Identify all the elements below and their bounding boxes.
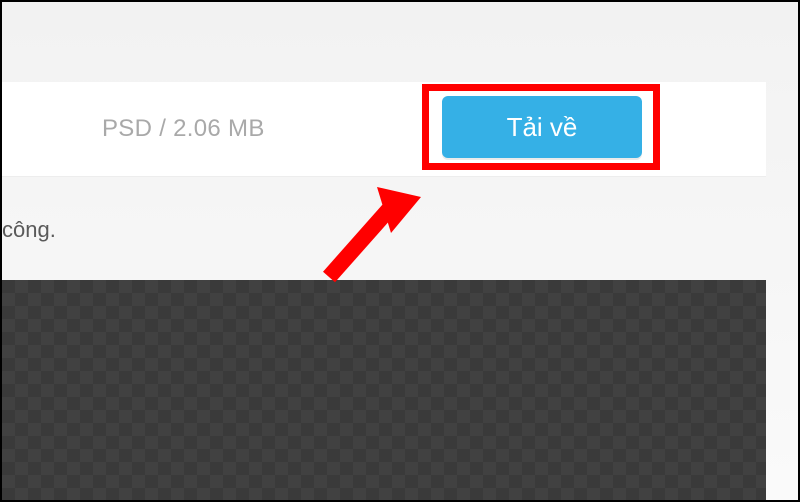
file-info-label: PSD / 2.06 MB [102,115,265,143]
download-bar: PSD / 2.06 MB [2,82,766,176]
status-text: công. [2,217,56,243]
download-button[interactable]: Tải về [442,96,642,158]
annotation-arrow-icon [309,177,429,297]
transparency-panel [2,280,766,500]
page-container: PSD / 2.06 MB Tải về công. [2,2,798,500]
